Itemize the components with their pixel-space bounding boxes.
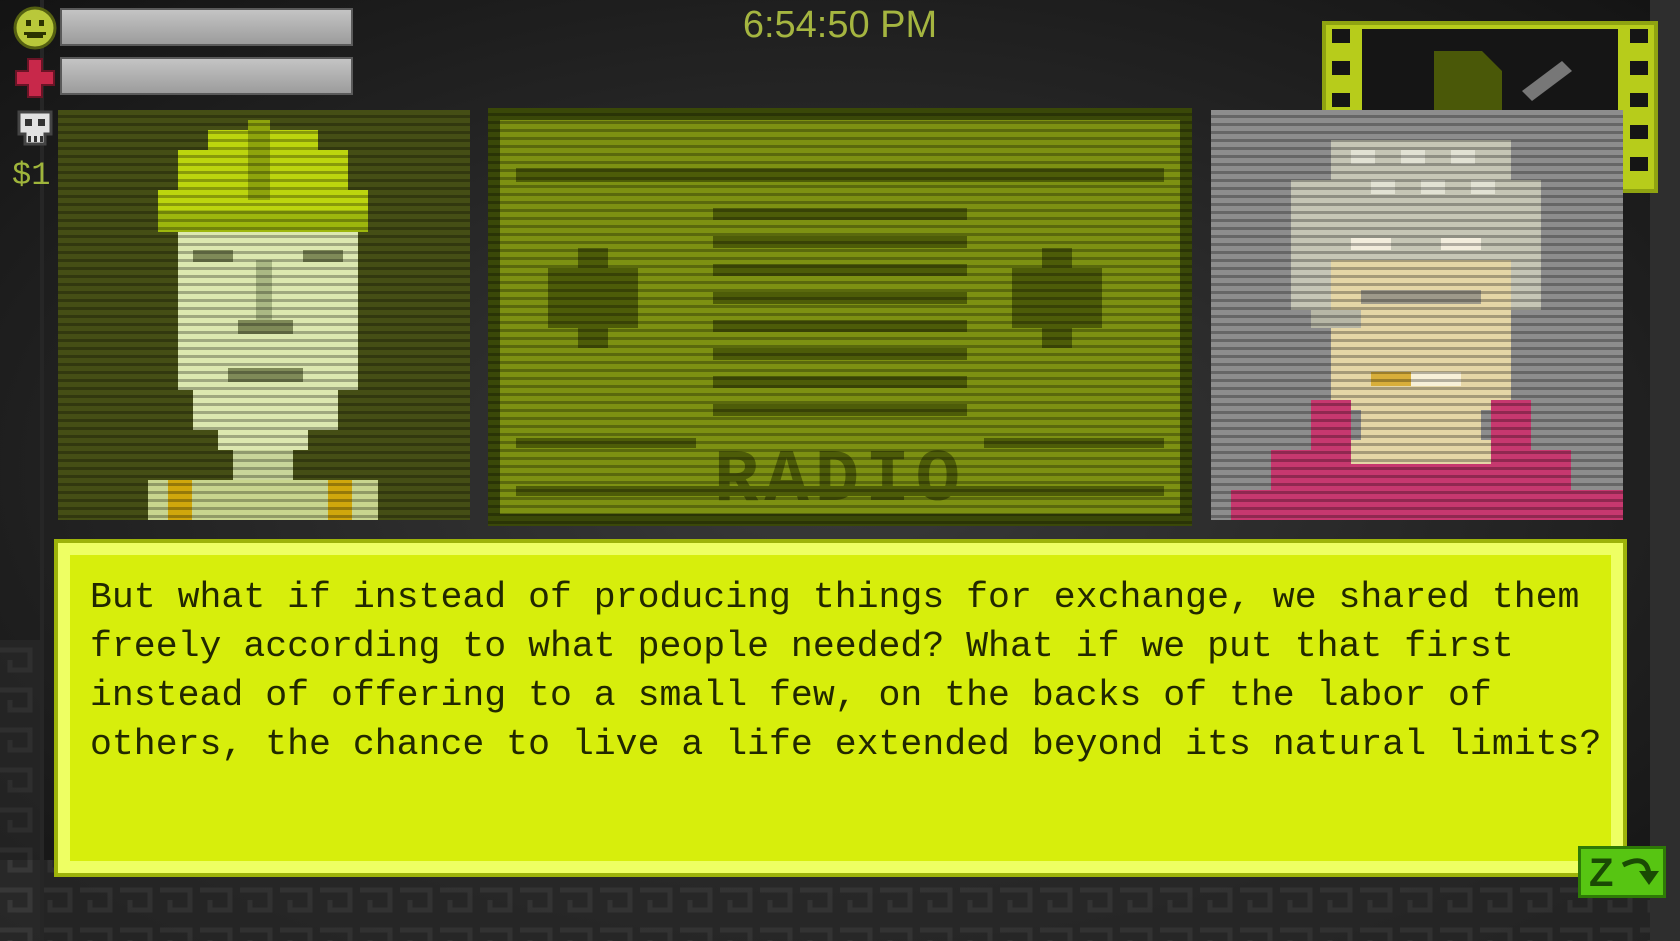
skull-icon xyxy=(17,110,53,146)
dialogue-text: But what if instead of producing things … xyxy=(90,577,1602,765)
money-counter: $1 xyxy=(12,157,51,194)
red-cross-icon xyxy=(15,58,55,98)
game-scene: $1 6:54:50 PM RADIO But what if instead … xyxy=(0,0,1680,941)
radio-label: RADIO xyxy=(714,439,966,523)
radio-card: RADIO xyxy=(488,108,1192,526)
portrait-worker xyxy=(58,110,470,520)
smiley-face-icon xyxy=(13,6,57,50)
mood-bar xyxy=(60,8,353,46)
portrait-elderly-woman xyxy=(1211,110,1623,520)
game-clock: 6:54:50 PM xyxy=(742,4,938,46)
advance-arrow-icon xyxy=(1621,858,1659,885)
dialogue-box[interactable]: But what if instead of producing things … xyxy=(54,539,1627,877)
radio-icon: RADIO xyxy=(488,108,1192,526)
advance-key-label: Z xyxy=(1589,851,1614,895)
health-bar xyxy=(60,57,353,95)
advance-dialogue-button[interactable]: Z xyxy=(1578,846,1666,898)
elderly-woman-portrait xyxy=(1211,110,1623,520)
hard-hat-worker-portrait xyxy=(58,110,470,520)
